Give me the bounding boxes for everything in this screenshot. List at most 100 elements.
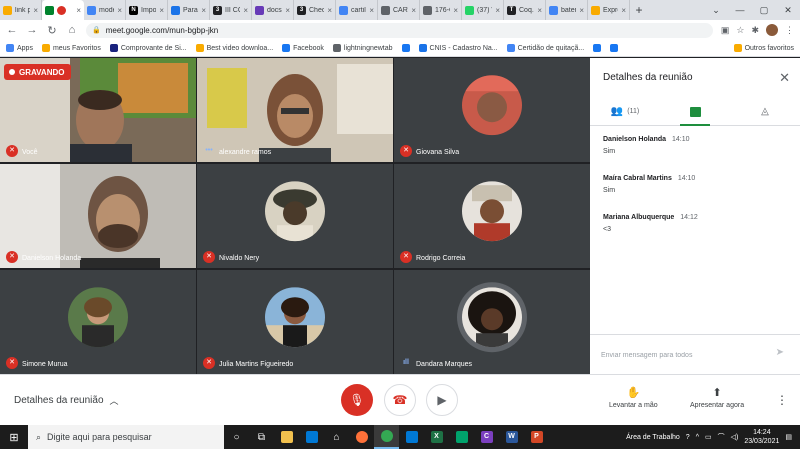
- network-icon[interactable]: ⌒: [718, 432, 725, 442]
- camera-icon[interactable]: ▣: [721, 25, 730, 36]
- bookmark-item[interactable]: Best video downloa...: [195, 44, 273, 52]
- tab-close-icon[interactable]: ×: [621, 6, 626, 15]
- present-now-button[interactable]: ⬆ Apresentar agora: [690, 386, 744, 409]
- browser-tab[interactable]: Expre×: [588, 0, 630, 20]
- maximize-icon[interactable]: ▢: [752, 5, 776, 16]
- notifications-icon[interactable]: ▤: [785, 433, 792, 441]
- bookmark-item[interactable]: lightningnewtab: [332, 44, 393, 52]
- mic-toggle-button[interactable]: 🎙: [341, 384, 373, 416]
- browser-tab[interactable]: docs.g×: [252, 0, 294, 20]
- store-icon[interactable]: [299, 425, 324, 449]
- close-icon[interactable]: ✕: [779, 70, 790, 86]
- browser-tab[interactable]: 3III CO×: [210, 0, 252, 20]
- firefox-icon[interactable]: [349, 425, 374, 449]
- other-bookmarks[interactable]: Outros favoritos: [733, 44, 794, 52]
- tab-close-icon[interactable]: ×: [453, 6, 458, 15]
- tab-close-icon[interactable]: ×: [411, 6, 416, 15]
- browser-tab[interactable]: link p ×: [0, 0, 42, 20]
- browser-tab[interactable]: TCoq.a×: [504, 0, 546, 20]
- raise-hand-button[interactable]: ✋ Levantar a mão: [609, 386, 658, 409]
- tab-close-icon[interactable]: ×: [117, 6, 122, 15]
- browser-tab[interactable]: ×: [42, 0, 84, 20]
- back-icon[interactable]: ←: [6, 24, 18, 36]
- volume-icon[interactable]: ◁): [731, 433, 739, 441]
- bookmark-item[interactable]: Facebook: [282, 44, 324, 52]
- tab-close-icon[interactable]: ×: [537, 6, 542, 15]
- browser-tab[interactable]: 3Check×: [294, 0, 336, 20]
- word-icon[interactable]: W: [499, 425, 524, 449]
- browser-tab[interactable]: cartil ×: [336, 0, 378, 20]
- tab-close-icon[interactable]: ×: [33, 6, 38, 15]
- minimize-icon[interactable]: —: [728, 5, 752, 15]
- tab-close-icon[interactable]: ×: [159, 6, 164, 15]
- reload-icon[interactable]: ↻: [46, 24, 58, 37]
- browser-tab[interactable]: bater ×: [546, 0, 588, 20]
- tab-close-icon[interactable]: ×: [285, 6, 290, 15]
- browser-tab[interactable]: (37) V×: [462, 0, 504, 20]
- tab-close-icon[interactable]: ×: [76, 6, 81, 15]
- bookmark-item[interactable]: Certidão de quitaçã...: [506, 44, 584, 52]
- file-explorer-icon[interactable]: [274, 425, 299, 449]
- menu-icon[interactable]: ⋮: [785, 25, 794, 36]
- mail-icon[interactable]: [399, 425, 424, 449]
- address-bar[interactable]: 🔒 meet.google.com/mun-bgbp-jkn: [86, 22, 713, 38]
- participant-tile-danielson[interactable]: ✕ Danielson Holanda: [0, 164, 196, 268]
- new-tab-button[interactable]: +: [630, 3, 648, 17]
- tab-people[interactable]: 👥 (11): [590, 98, 660, 125]
- participant-tile-simone[interactable]: ✕ Simone Murua: [0, 270, 196, 374]
- participant-tile-julia[interactable]: ✕ Julia Martins Figueiredo: [197, 270, 393, 374]
- tab-close-icon[interactable]: ×: [369, 6, 374, 15]
- browser-tab[interactable]: CART×: [378, 0, 420, 20]
- battery-icon[interactable]: ▭: [705, 433, 712, 441]
- window-close-icon[interactable]: ✕: [776, 5, 800, 16]
- forward-icon[interactable]: →: [26, 24, 38, 36]
- participant-tile-rodrigo[interactable]: ✕ Rodrigo Correia: [394, 164, 590, 268]
- browser-tab[interactable]: 176-C×: [420, 0, 462, 20]
- participant-tile-nivaldo[interactable]: ✕ Nivaldo Nery: [197, 164, 393, 268]
- star-icon[interactable]: ☆: [736, 25, 744, 36]
- taskbar-search[interactable]: ⌕ Digite aqui para pesquisar: [28, 425, 224, 449]
- home-icon[interactable]: ⌂: [66, 24, 78, 36]
- cortana-icon[interactable]: ○: [224, 425, 249, 449]
- participant-tile-alexandre[interactable]: ••• alexandre ramos: [197, 58, 393, 162]
- clock[interactable]: 14:24 23/03/2021: [744, 428, 779, 446]
- tab-search-icon[interactable]: ⌄: [704, 5, 728, 16]
- more-options-icon[interactable]: ⋮: [776, 393, 788, 407]
- windows-start-icon[interactable]: ⊞: [0, 431, 28, 444]
- excel-icon[interactable]: X: [424, 425, 449, 449]
- task-view-icon[interactable]: ⧉: [249, 425, 274, 449]
- bookmark-item[interactable]: [593, 44, 602, 52]
- tab-close-icon[interactable]: ×: [579, 6, 584, 15]
- tab-close-icon[interactable]: ×: [201, 6, 206, 15]
- bookmark-item[interactable]: [401, 44, 410, 52]
- powerpoint-icon[interactable]: P: [524, 425, 549, 449]
- tab-close-icon[interactable]: ×: [327, 6, 332, 15]
- leave-call-button[interactable]: ☎: [384, 384, 416, 416]
- browser-tab[interactable]: Parag×: [168, 0, 210, 20]
- tab-chat[interactable]: [660, 98, 730, 126]
- bookmark-item[interactable]: meus Favoritos: [41, 44, 101, 52]
- bookmark-item[interactable]: [610, 44, 619, 52]
- tab-activities[interactable]: ◬: [730, 98, 800, 125]
- key-app-icon[interactable]: [449, 425, 474, 449]
- bookmark-item[interactable]: Comprovante de Si...: [109, 44, 187, 52]
- participant-tile-dandara[interactable]: ıll Dandara Marques: [394, 270, 590, 374]
- browser-tab[interactable]: N Impo ×: [126, 0, 168, 20]
- profile-avatar[interactable]: [766, 24, 778, 36]
- chrome-icon[interactable]: [374, 425, 399, 449]
- meeting-details-toggle[interactable]: Detalhes da reunião ︿: [14, 394, 119, 407]
- tab-close-icon[interactable]: ×: [495, 6, 500, 15]
- help-icon[interactable]: ?: [686, 434, 690, 441]
- browser-tab[interactable]: mode×: [84, 0, 126, 20]
- tab-close-icon[interactable]: ×: [243, 6, 248, 15]
- chevron-up-icon[interactable]: ^: [696, 434, 699, 441]
- bookmark-item[interactable]: CNIS - Cadastro Na...: [418, 44, 498, 52]
- chat-input[interactable]: [601, 348, 761, 362]
- bookmark-item[interactable]: Apps: [6, 44, 33, 52]
- desktop-label[interactable]: Área de Trabalho: [626, 434, 680, 441]
- send-icon[interactable]: ➤: [776, 347, 784, 358]
- camera-toggle-button[interactable]: ▶: [426, 384, 458, 416]
- home-app-icon[interactable]: ⌂: [324, 425, 349, 449]
- participant-tile-giovana[interactable]: ✕ Giovana Silva: [394, 58, 590, 162]
- extensions-icon[interactable]: ✱: [751, 25, 759, 36]
